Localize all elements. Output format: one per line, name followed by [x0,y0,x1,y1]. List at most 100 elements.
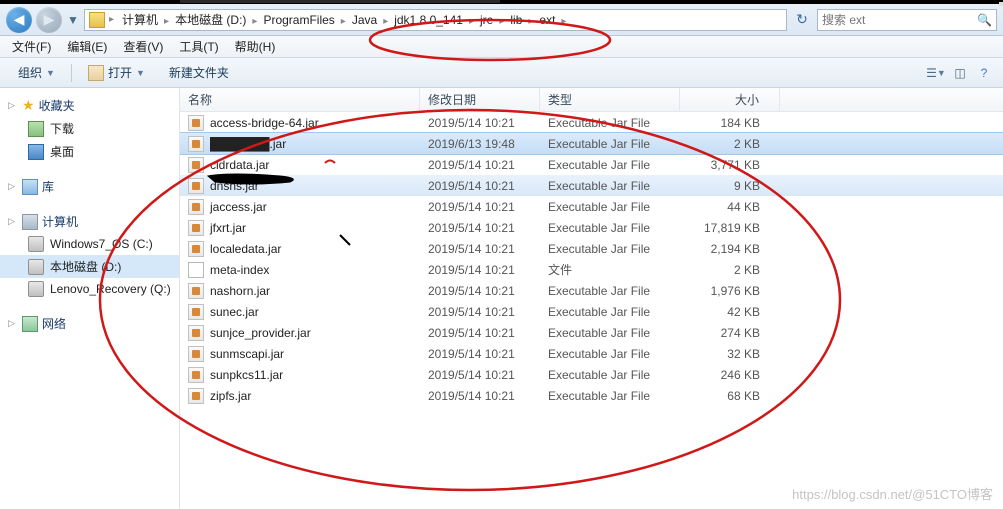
file-list: access-bridge-64.jar 2019/5/14 10:21 Exe… [180,112,1003,406]
menu-item[interactable]: 编辑(E) [59,38,115,56]
file-row[interactable]: nashorn.jar 2019/5/14 10:21 Executable J… [180,280,1003,301]
file-row[interactable]: sunmscapi.jar 2019/5/14 10:21 Executable… [180,343,1003,364]
menu-item[interactable]: 帮助(H) [227,38,284,56]
chevron-right-icon: ▸ [107,14,116,25]
back-button[interactable]: ◀ [6,7,32,33]
breadcrumb-item[interactable]: jdk1.8.0_141 [390,11,467,29]
file-name: localedata.jar [210,242,281,256]
breadcrumb-item[interactable]: 本地磁盘 (D:) [171,11,250,29]
file-type: Executable Jar File [540,114,680,132]
breadcrumb-item[interactable]: 计算机 [118,11,162,29]
file-size: 42 KB [680,303,780,321]
computer-header[interactable]: ▷计算机 [0,210,179,233]
file-icon [188,157,204,173]
view-options-button[interactable]: ☰ ▼ [925,62,947,84]
navigation-pane: ▷★收藏夹 下载桌面 ▷库 ▷计算机 Windows7_OS (C:)本地磁盘 … [0,88,180,509]
chevron-right-icon: ▸ [162,16,171,27]
refresh-button[interactable]: ↻ [791,9,813,31]
sidebar-item-drive[interactable]: Lenovo_Recovery (Q:) [0,278,179,300]
preview-pane-button[interactable]: ◫ [949,62,971,84]
file-icon [188,220,204,236]
open-button[interactable]: 打开 ▼ [78,60,155,85]
sidebar-item-label: 下载 [50,120,74,137]
file-icon [188,304,204,320]
file-size: 17,819 KB [680,219,780,237]
column-type[interactable]: 类型 [540,88,680,112]
sidebar-item[interactable]: 桌面 [0,140,179,163]
content-area: ▷★收藏夹 下载桌面 ▷库 ▷计算机 Windows7_OS (C:)本地磁盘 … [0,88,1003,509]
file-type: Executable Jar File [540,198,680,216]
sidebar-item[interactable]: 下载 [0,117,179,140]
file-row[interactable]: meta-index 2019/5/14 10:21 文件 2 KB [180,259,1003,280]
breadcrumb-item[interactable]: jre [476,11,497,29]
menu-bar: 文件(F)编辑(E)查看(V)工具(T)帮助(H) [0,36,1003,58]
column-date[interactable]: 修改日期 [420,88,540,112]
file-row[interactable]: sunpkcs11.jar 2019/5/14 10:21 Executable… [180,364,1003,385]
column-size[interactable]: 大小 [680,88,780,112]
watermark: https://blog.csdn.net/@51CTO博客 [792,484,993,503]
address-bar: ◀ ▶ ▼ ▸ 计算机▸本地磁盘 (D:)▸ProgramFiles▸Java▸… [0,4,1003,36]
file-row[interactable]: jfxrt.jar 2019/5/14 10:21 Executable Jar… [180,217,1003,238]
breadcrumb-item[interactable]: ProgramFiles [259,11,338,29]
file-date: 2019/5/14 10:21 [420,366,540,384]
file-row[interactable]: access-bridge-64.jar 2019/5/14 10:21 Exe… [180,112,1003,133]
network-icon [22,316,38,332]
sidebar-item-label: 桌面 [50,143,74,160]
file-icon [188,283,204,299]
file-name: jaccess.jar [210,200,267,214]
item-icon [28,121,44,137]
organize-button[interactable]: 组织 ▼ [8,60,65,85]
breadcrumb-item[interactable]: Java [348,11,381,29]
file-type: 文件 [540,259,680,280]
chevron-right-icon: ▸ [339,16,348,27]
menu-item[interactable]: 查看(V) [115,38,171,56]
file-type: Executable Jar File [540,135,680,153]
file-type: Executable Jar File [540,219,680,237]
chevron-right-icon: ▸ [497,16,506,27]
item-icon [28,144,44,160]
file-icon [188,241,204,257]
breadcrumb-item[interactable]: ext [535,11,559,29]
file-row[interactable]: jaccess.jar 2019/5/14 10:21 Executable J… [180,196,1003,217]
favorites-header[interactable]: ▷★收藏夹 [0,94,179,117]
sidebar-item-label: Lenovo_Recovery (Q:) [50,282,171,296]
file-name: jfxrt.jar [210,221,246,235]
column-name[interactable]: 名称 [180,88,420,112]
file-date: 2019/5/14 10:21 [420,324,540,342]
jar-icon [88,65,104,81]
column-headers: 名称 修改日期 类型 大小 [180,88,1003,112]
menu-item[interactable]: 工具(T) [171,38,226,56]
file-size: 3,771 KB [680,156,780,174]
chevron-right-icon: ▸ [381,16,390,27]
file-date: 2019/5/14 10:21 [420,261,540,279]
file-row[interactable]: dnsns.jar 2019/5/14 10:21 Executable Jar… [180,175,1003,196]
libraries-header[interactable]: ▷库 [0,175,179,198]
file-size: 2,194 KB [680,240,780,258]
drive-icon [28,281,44,297]
search-input[interactable] [822,13,973,27]
search-box[interactable]: 🔍 [817,9,997,31]
breadcrumb-item[interactable]: lib [506,11,526,29]
forward-button[interactable]: ▶ [36,7,62,33]
breadcrumb[interactable]: ▸ 计算机▸本地磁盘 (D:)▸ProgramFiles▸Java▸jdk1.8… [84,9,787,31]
file-row[interactable]: ███████.jar 2019/6/13 19:48 Executable J… [180,133,1003,154]
history-dropdown[interactable]: ▼ [66,7,80,33]
file-row[interactable]: sunec.jar 2019/5/14 10:21 Executable Jar… [180,301,1003,322]
network-header[interactable]: ▷网络 [0,312,179,335]
file-row[interactable]: zipfs.jar 2019/5/14 10:21 Executable Jar… [180,385,1003,406]
new-folder-button[interactable]: 新建文件夹 [159,60,239,85]
file-size: 274 KB [680,324,780,342]
help-button[interactable]: ? [973,62,995,84]
file-date: 2019/5/14 10:21 [420,219,540,237]
file-name: sunpkcs11.jar [210,368,283,382]
file-icon [188,367,204,383]
file-row[interactable]: localedata.jar 2019/5/14 10:21 Executabl… [180,238,1003,259]
file-date: 2019/5/14 10:21 [420,240,540,258]
sidebar-item-drive[interactable]: 本地磁盘 (D:) [0,255,179,278]
file-row[interactable]: sunjce_provider.jar 2019/5/14 10:21 Exec… [180,322,1003,343]
file-list-pane: 名称 修改日期 类型 大小 access-bridge-64.jar 2019/… [180,88,1003,509]
file-icon [188,388,204,404]
menu-item[interactable]: 文件(F) [4,38,59,56]
file-row[interactable]: cldrdata.jar 2019/5/14 10:21 Executable … [180,154,1003,175]
sidebar-item-drive[interactable]: Windows7_OS (C:) [0,233,179,255]
